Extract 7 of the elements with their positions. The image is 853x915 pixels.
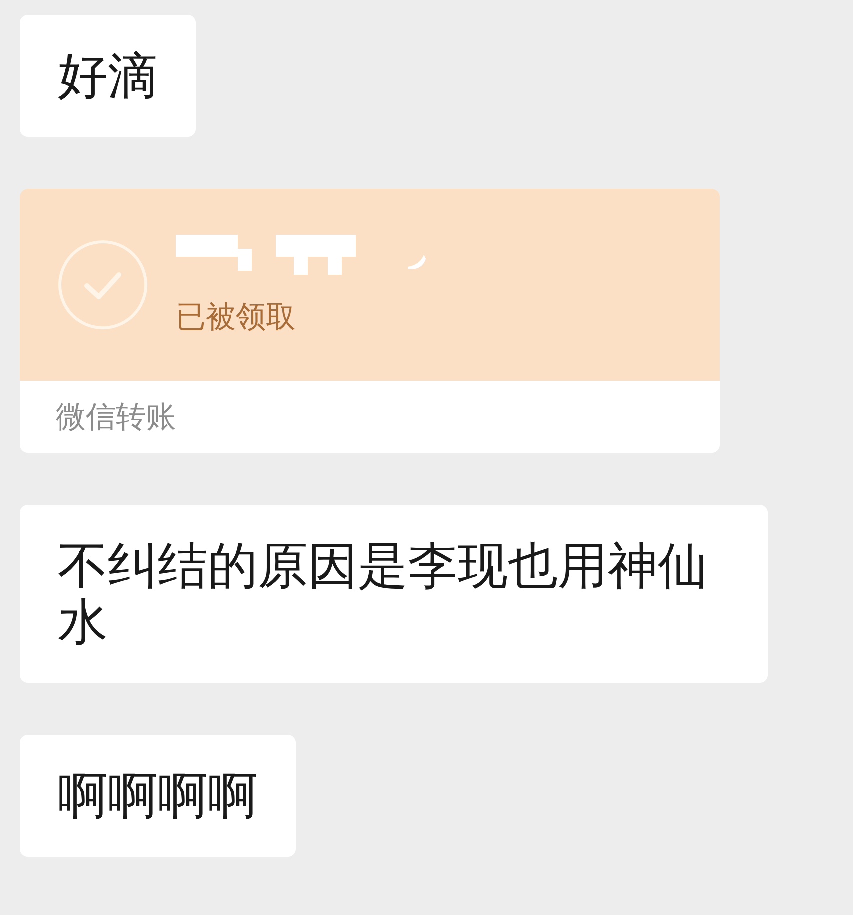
- message-bubble: 不纠结的原因是李现也用神仙水: [20, 505, 768, 683]
- transfer-status: 已被领取: [176, 301, 297, 335]
- transfer-label: 微信转账: [55, 398, 177, 436]
- transfer-card[interactable]: 已被领取 微信转账: [20, 189, 720, 453]
- check-circle-icon: [56, 238, 150, 332]
- message-bubble: 好滴: [20, 15, 196, 137]
- message-bubble: 啊啊啊啊: [20, 735, 296, 857]
